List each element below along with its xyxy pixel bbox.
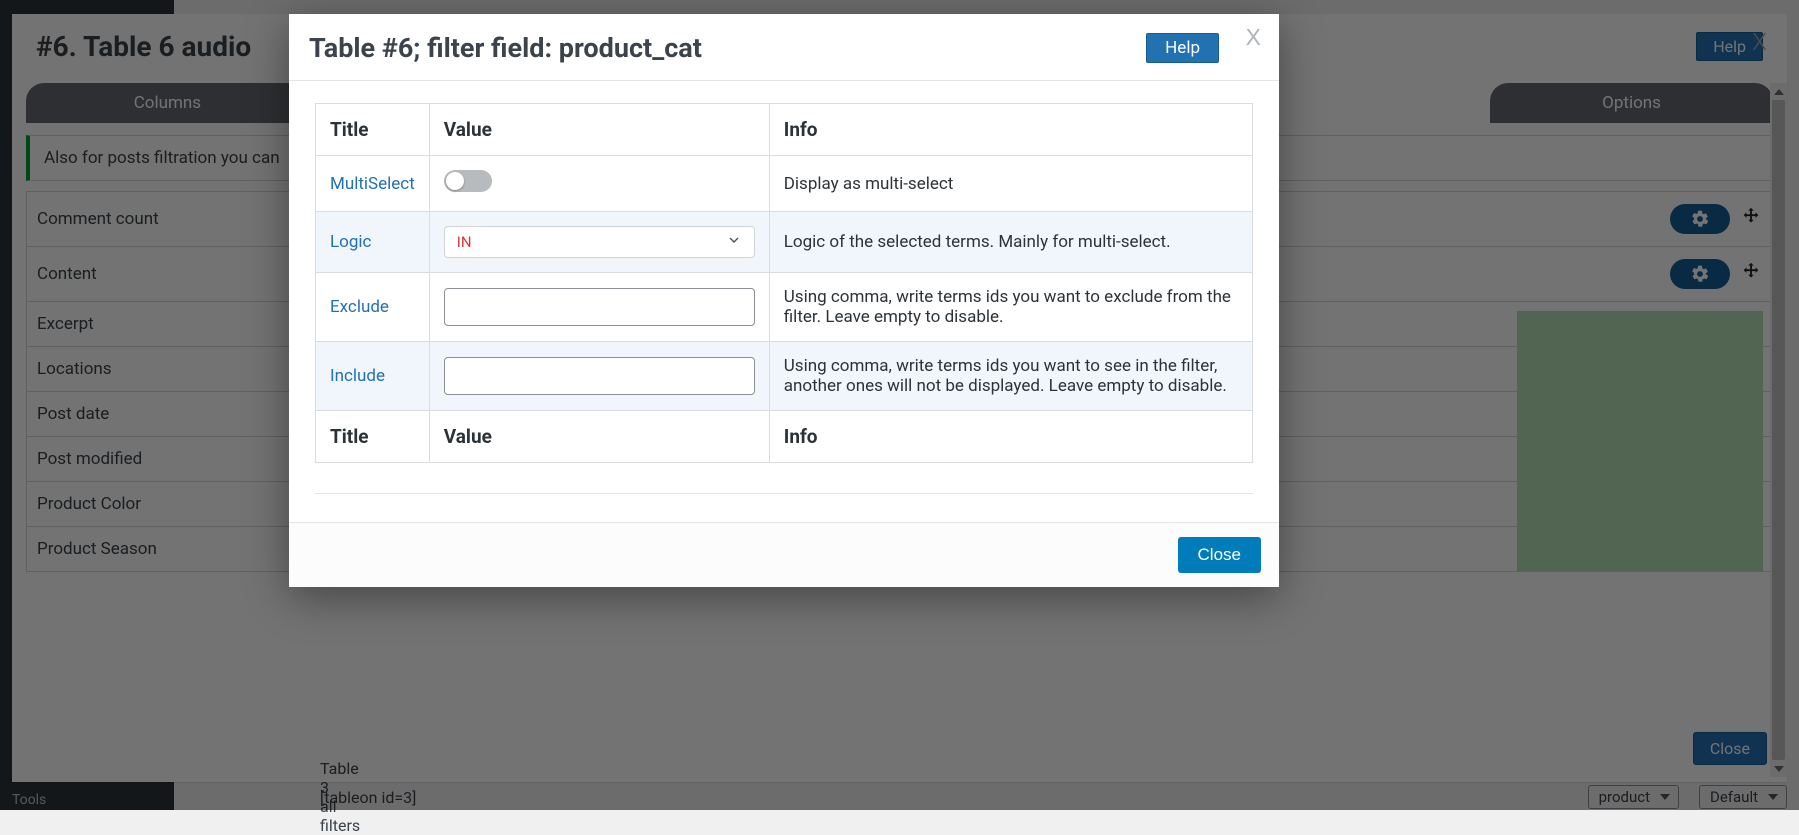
row-include: Include Using comma, write terms ids you… (316, 342, 1253, 411)
logic-select-value: IN (457, 233, 472, 251)
modal-close-button[interactable]: Close (1178, 537, 1261, 573)
chevron-down-icon (726, 232, 742, 252)
row-logic: Logic IN Logic of the selected terms. Ma… (316, 212, 1253, 273)
row-include-title[interactable]: Include (330, 366, 385, 386)
row-exclude: Exclude Using comma, write terms ids you… (316, 273, 1253, 342)
modal-title: Table #6; filter field: product_cat (309, 32, 702, 64)
multiselect-toggle[interactable] (444, 170, 492, 192)
col-header-value: Value (429, 104, 769, 156)
row-multiselect-info: Display as multi-select (769, 156, 1252, 212)
modal-separator (315, 493, 1253, 494)
modal-footer: Close (289, 522, 1279, 587)
row-exclude-title[interactable]: Exclude (330, 297, 389, 317)
modal-body: Title Value Info MultiSelect Display as … (289, 81, 1279, 522)
col-footer-info: Info (769, 411, 1252, 463)
row-multiselect-title[interactable]: MultiSelect (330, 174, 415, 194)
col-footer-title: Title (316, 411, 430, 463)
col-header-info: Info (769, 104, 1252, 156)
filter-config-table: Title Value Info MultiSelect Display as … (315, 103, 1253, 463)
row-exclude-info: Using comma, write terms ids you want to… (769, 273, 1252, 342)
row-include-info: Using comma, write terms ids you want to… (769, 342, 1252, 411)
row-logic-title[interactable]: Logic (330, 232, 371, 252)
row-logic-info: Logic of the selected terms. Mainly for … (769, 212, 1252, 273)
row-multiselect: MultiSelect Display as multi-select (316, 156, 1253, 212)
logic-select[interactable]: IN (444, 226, 755, 258)
col-footer-value: Value (429, 411, 769, 463)
modal-close-icon[interactable]: X (1246, 24, 1261, 51)
filter-field-modal: Table #6; filter field: product_cat Help… (289, 14, 1279, 587)
modal-header: Table #6; filter field: product_cat Help… (289, 14, 1279, 81)
col-header-title: Title (316, 104, 430, 156)
modal-help-button[interactable]: Help (1146, 33, 1219, 63)
exclude-input[interactable] (444, 288, 755, 326)
include-input[interactable] (444, 357, 755, 395)
